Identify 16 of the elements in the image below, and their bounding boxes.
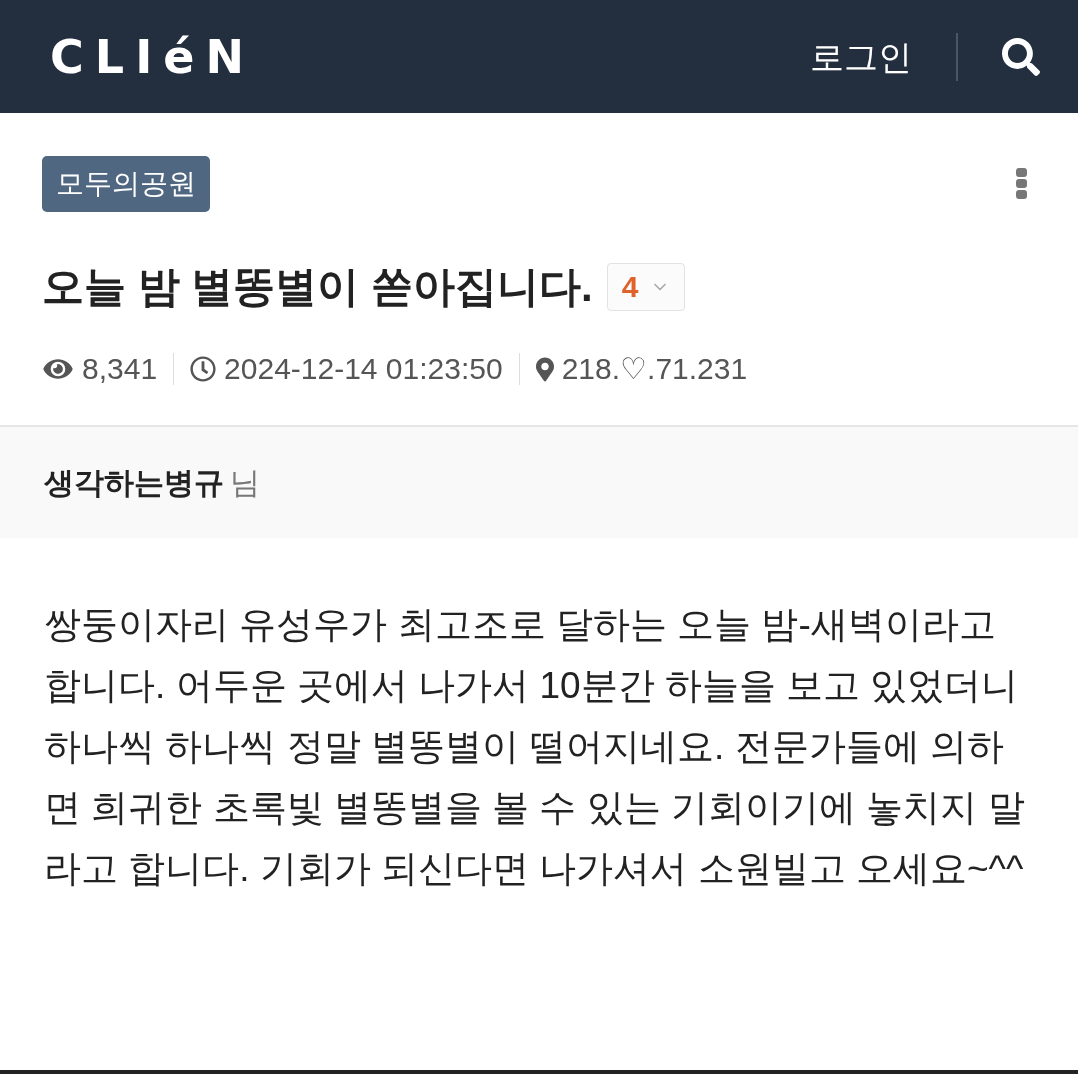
post-title: 오늘 밤 별똥별이 쏟아집니다. [42,266,593,308]
eye-icon [42,356,74,382]
search-icon [1002,37,1040,76]
author-name[interactable]: 생각하는병규 [44,467,224,498]
board-tag[interactable]: 모두의공원 [42,156,210,212]
meta-text: 8,341 [82,354,158,384]
more-vertical-icon [1015,167,1027,199]
honorific-text: 님 [230,467,260,498]
meta-text: 2024-12-14 01:23:50 [224,354,503,384]
post-body: 쌍둥이자리 유성우가 최고조로 달하는 오늘 밤-새벽이라고 합니다. 어두운 곳에서 나가서 10분간 하늘을 보고 있었더니 하나씩 하나씩 정말 별똥별이 떨어지네요. 전문가들에 의하면 희귀한 초록빛 별똥별을 볼 수 있는 기회이기에 놓치지 말라고 합니다. 기회가 되신다면 나가셔서 소원빌고 오세요~^^ [44,603,1026,891]
site-logo[interactable]: CLIéN [50,33,256,80]
map-pin-icon [535,355,554,383]
search-button[interactable] [1000,35,1042,78]
login-link[interactable]: 로그인 [810,39,912,74]
meta-text: 218.♡.71.231 [561,354,748,384]
clock-icon [190,356,217,382]
